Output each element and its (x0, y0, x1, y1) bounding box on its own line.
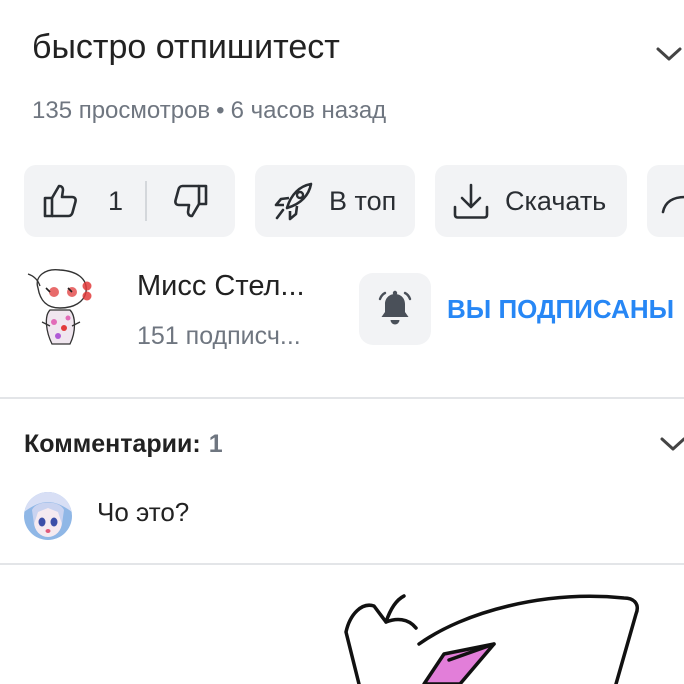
next-video-thumbnail[interactable] (24, 592, 684, 684)
rocket-icon (274, 182, 313, 221)
channel-subscriber-count: 151 подписч... (137, 322, 301, 350)
video-title: быстро отпишитест (32, 28, 340, 66)
bell-icon (378, 290, 412, 325)
section-divider (0, 563, 684, 565)
comments-count: 1 (208, 430, 223, 458)
thumbs-down-icon[interactable] (171, 182, 209, 220)
notification-bell-button[interactable] (359, 273, 431, 345)
subscribed-button[interactable]: ВЫ ПОДПИСАНЫ (447, 294, 674, 325)
section-divider (0, 397, 684, 399)
share-icon (661, 195, 684, 214)
share-button[interactable] (647, 165, 684, 237)
like-dislike-group: 1 (24, 165, 235, 237)
comments-heading: Комментарии: (24, 430, 201, 458)
upload-time: 6 часов назад (230, 97, 387, 124)
download-icon (453, 183, 489, 219)
commenter-avatar[interactable] (24, 492, 72, 540)
like-divider (145, 181, 148, 221)
comment-text: Чо это? (97, 497, 190, 527)
view-count: 135 просмотров (32, 97, 211, 124)
chevron-down-icon[interactable] (658, 434, 684, 454)
download-button-label: Скачать (505, 185, 607, 216)
top-button-label: В топ (329, 185, 397, 216)
download-button[interactable]: Скачать (435, 165, 627, 237)
meta-separator: • (216, 97, 225, 124)
comments-header[interactable]: Комментарии: 1 (24, 430, 223, 459)
channel-name[interactable]: Мисс Стел... (137, 270, 305, 303)
video-meta: 135 просмотров • 6 часов назад (32, 97, 386, 125)
thumbs-up-icon[interactable] (42, 182, 80, 220)
chevron-down-icon[interactable] (654, 44, 684, 64)
like-count: 1 (108, 185, 124, 216)
top-button[interactable]: В топ (255, 165, 415, 237)
channel-avatar[interactable] (24, 266, 96, 350)
